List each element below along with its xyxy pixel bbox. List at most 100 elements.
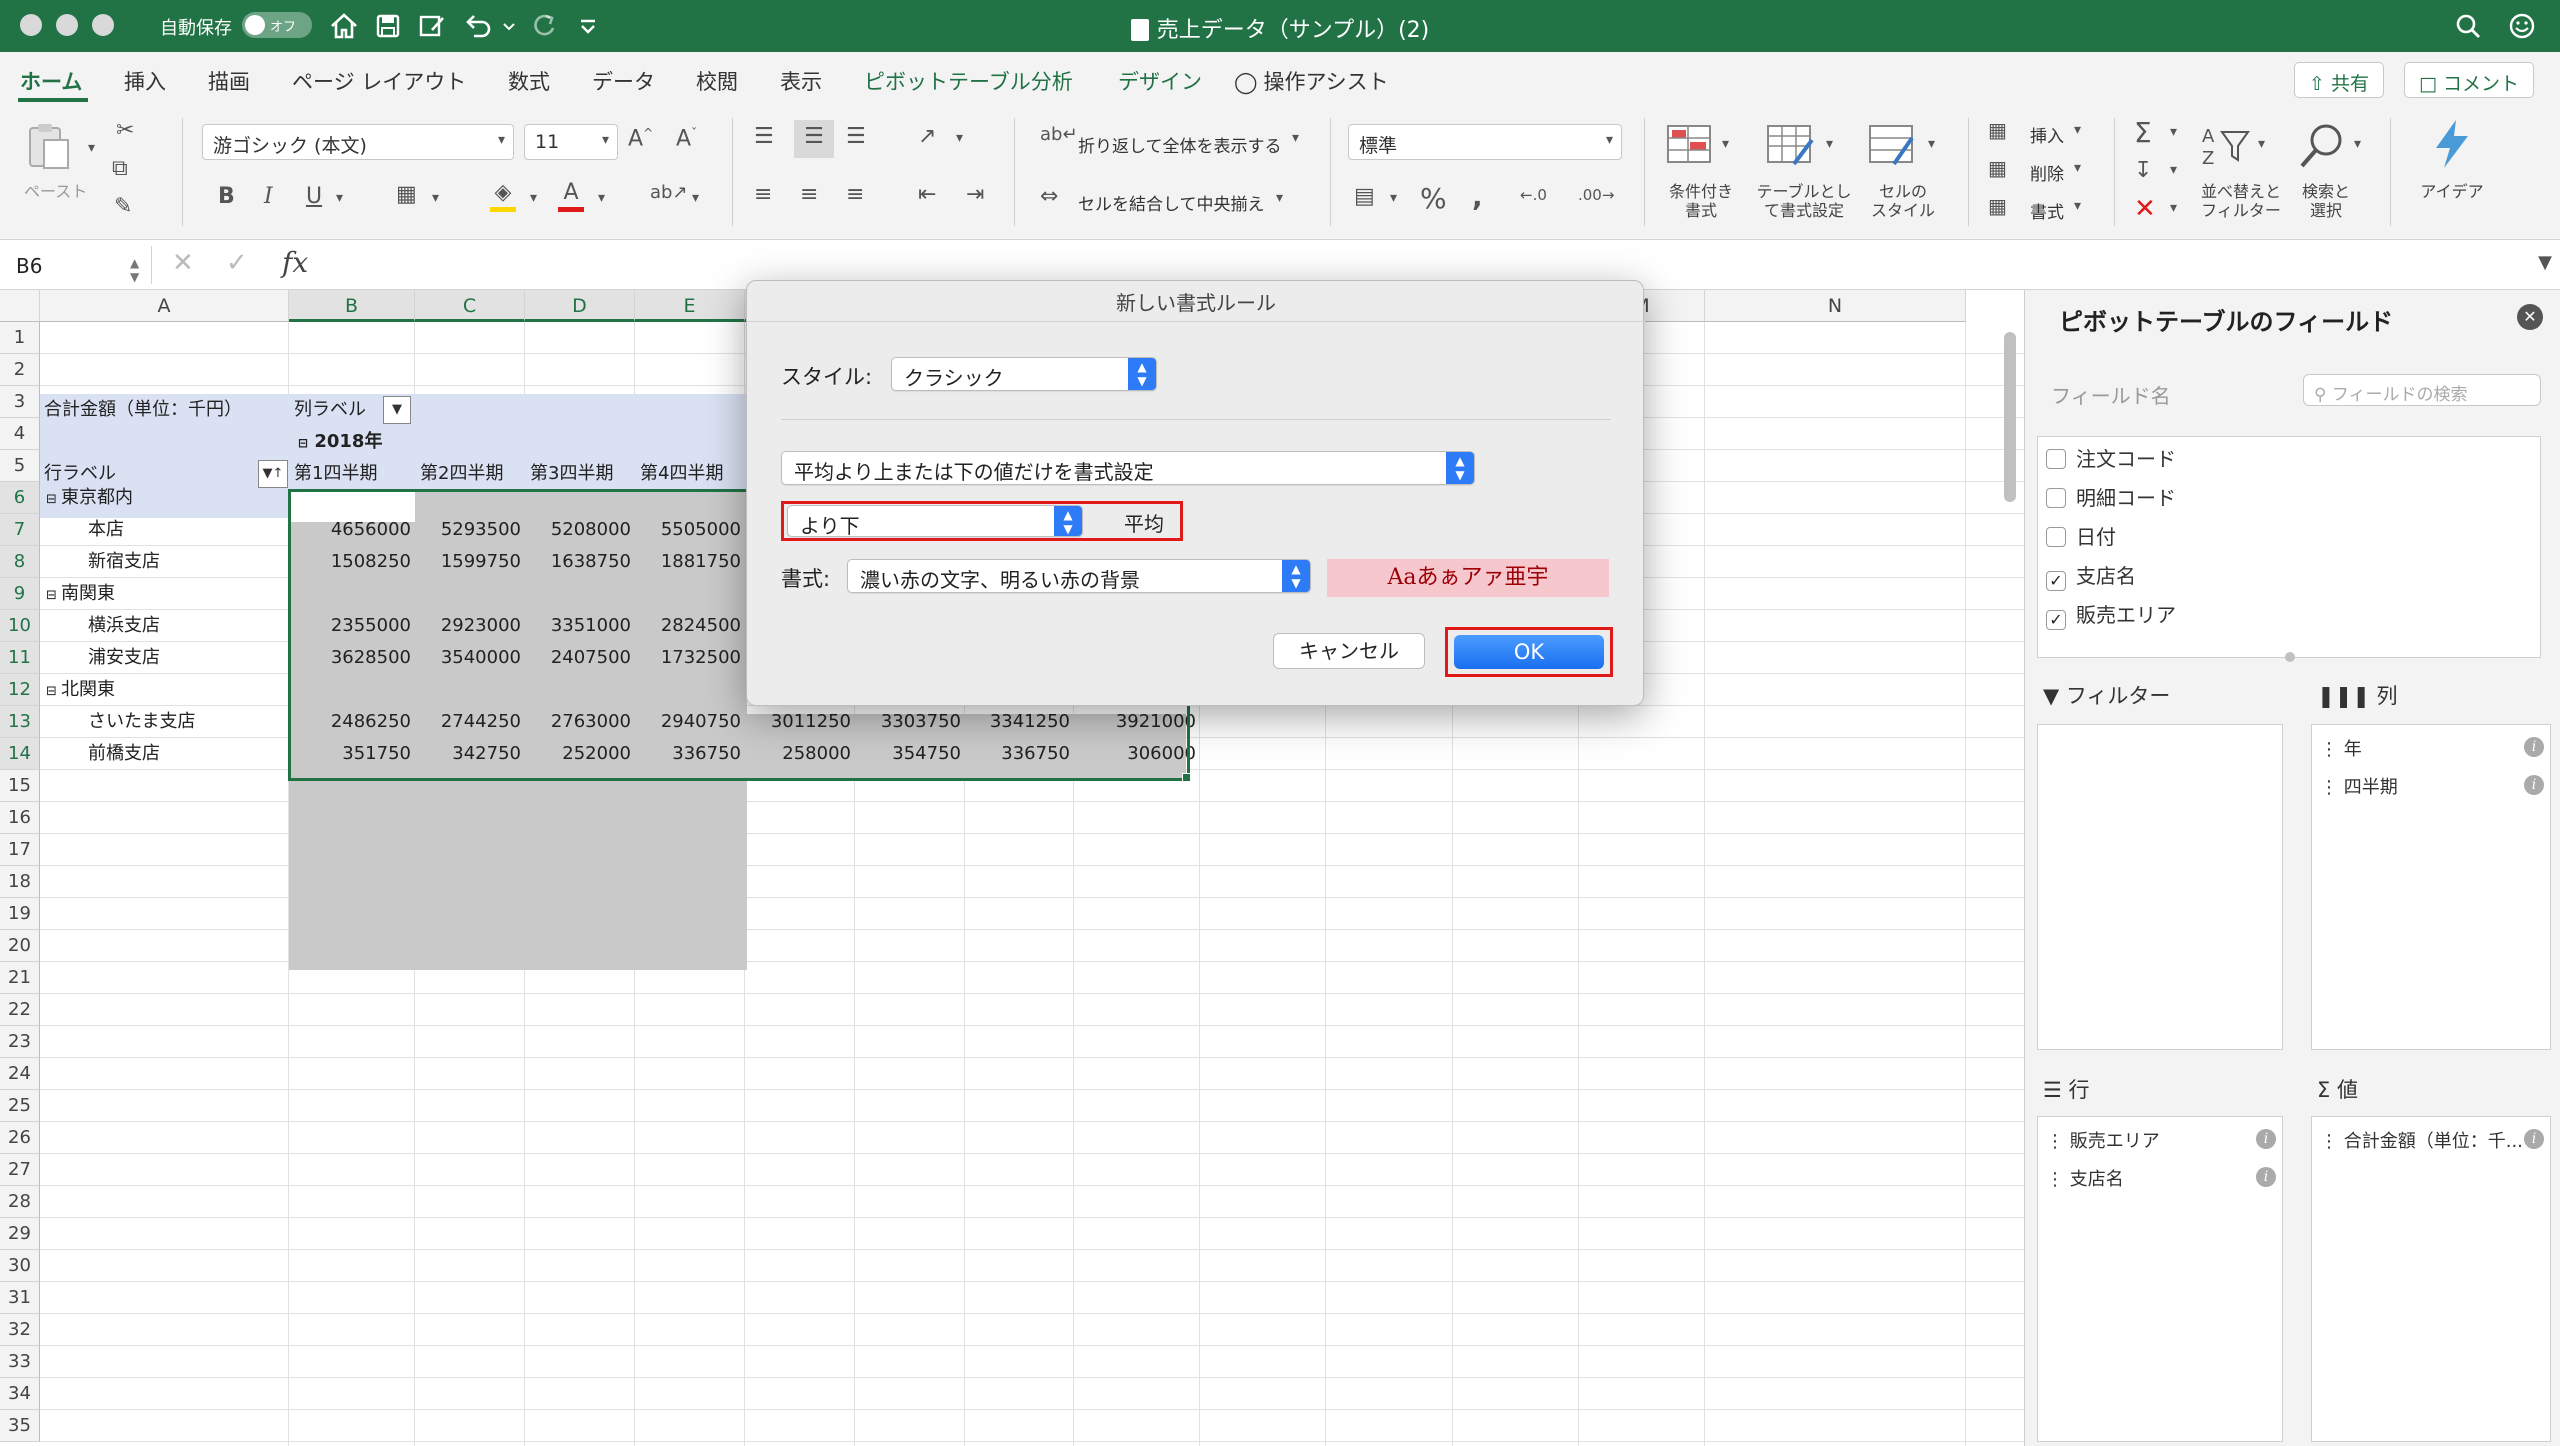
close-icon[interactable]: ✕ [2517, 304, 2543, 330]
font-name-select[interactable]: 游ゴシック (本文) ▾ [202, 124, 514, 160]
sort-filter-dropdown-icon[interactable]: ▾ [2258, 136, 2265, 152]
pivot-value-cell[interactable]: 3540000 [415, 642, 525, 674]
pivot-value-cell[interactable]: 3921000 [1074, 706, 1200, 738]
ok-button[interactable]: OK [1454, 635, 1604, 669]
cancel-entry-icon[interactable]: ✕ [172, 248, 194, 278]
conditional-formatting-icon[interactable] [1664, 120, 1720, 172]
row-header-1[interactable]: 1 [0, 322, 40, 354]
insert-cells-button[interactable]: 挿入 [2030, 122, 2064, 147]
format-cells-button[interactable]: 書式 [2030, 198, 2064, 223]
rows-area[interactable]: ⋮ 販売エリア i ⋮ 支店名 i [2037, 1116, 2283, 1442]
align-bottom-icon[interactable]: ☰ [846, 124, 866, 149]
row-header-9[interactable]: 9 [0, 578, 40, 610]
row-header-31[interactable]: 31 [0, 1282, 40, 1314]
undo-icon[interactable] [460, 8, 496, 44]
field-item[interactable]: 明細コード [2046, 482, 2176, 514]
orientation-dropdown-icon[interactable]: ▾ [956, 130, 963, 146]
pivot-col-label[interactable]: 列ラベル [294, 394, 366, 426]
collapse-icon[interactable]: ⊟ [46, 492, 61, 507]
row-header-22[interactable]: 22 [0, 994, 40, 1026]
find-select-icon[interactable] [2296, 120, 2352, 172]
pivot-value-cell[interactable]: 2923000 [415, 610, 525, 642]
tab-draw[interactable]: 描画 [208, 66, 250, 96]
pivot-value-cell[interactable]: 306000 [1074, 738, 1200, 770]
pivot-store-label[interactable]: 横浜支店 [88, 610, 160, 642]
row-header-27[interactable]: 27 [0, 1154, 40, 1186]
pivot-group-row[interactable]: ⊟ 北関東 [46, 674, 115, 706]
align-left-icon[interactable]: ≡ [754, 182, 772, 207]
row-header-12[interactable]: 12 [0, 674, 40, 706]
pivot-value-cell[interactable]: 1881750 [635, 546, 745, 578]
row-header-13[interactable]: 13 [0, 706, 40, 738]
pivot-store-label[interactable]: 本店 [88, 514, 124, 546]
row-header-19[interactable]: 19 [0, 898, 40, 930]
info-icon[interactable]: i [2524, 1129, 2544, 1149]
tab-tell-me[interactable]: ◯ 操作アシスト [1234, 66, 1389, 96]
increase-font-size-icon[interactable]: A^ [628, 126, 653, 151]
tab-review[interactable]: 校閲 [696, 66, 738, 96]
field-item[interactable]: ✓ 販売エリア [2046, 599, 2176, 631]
row-header-29[interactable]: 29 [0, 1218, 40, 1250]
values-item-amount[interactable]: ⋮ 合計金額（単位：千... [2320, 1127, 2523, 1153]
tab-view[interactable]: 表示 [780, 66, 822, 96]
delete-cells-button[interactable]: 削除 [2030, 160, 2064, 185]
values-area[interactable]: ⋮ 合計金額（単位：千... i [2311, 1116, 2551, 1442]
rule-type-select[interactable]: 平均より上または下の値だけを書式設定 ▲ ▼ [781, 451, 1475, 485]
wrap-text-icon[interactable]: ab↵ [1040, 124, 1078, 145]
autosum-dropdown-icon[interactable]: ▾ [2170, 124, 2177, 140]
pivot-value-cell[interactable]: 351750 [289, 738, 415, 770]
pivot-value-cell[interactable]: 3011250 [745, 706, 855, 738]
columns-item-quarter[interactable]: ⋮ 四半期 [2320, 773, 2398, 799]
row-header-32[interactable]: 32 [0, 1314, 40, 1346]
decrease-font-size-icon[interactable]: Aˇ [676, 126, 697, 151]
field-item[interactable]: 日付 [2046, 521, 2116, 553]
row-header-35[interactable]: 35 [0, 1410, 40, 1442]
checkbox-unchecked[interactable] [2046, 449, 2066, 469]
select-all-corner[interactable] [0, 290, 40, 322]
decrease-indent-icon[interactable]: ⇤ [918, 182, 936, 207]
underline-icon[interactable]: U [306, 184, 322, 209]
borders-dropdown-icon[interactable]: ▾ [432, 190, 439, 206]
fill-dropdown-icon[interactable]: ▾ [2170, 162, 2177, 178]
column-header-c[interactable]: C [415, 290, 525, 322]
pivot-value-label[interactable]: 合計金額（単位：千円） [44, 394, 242, 426]
pivot-value-cell[interactable]: 342750 [415, 738, 525, 770]
field-item[interactable]: 注文コード [2046, 443, 2176, 475]
pivot-store-label[interactable]: さいたま支店 [88, 706, 195, 738]
cell-styles-icon[interactable] [1866, 120, 1922, 172]
filters-area[interactable] [2037, 724, 2283, 1050]
row-header-7[interactable]: 7 [0, 514, 40, 546]
phonetic-dropdown-icon[interactable]: ▾ [692, 190, 699, 206]
insert-dropdown-icon[interactable]: ▾ [2074, 122, 2081, 138]
column-header-n[interactable]: N [1705, 290, 1966, 322]
pivot-value-cell[interactable]: 3303750 [855, 706, 965, 738]
pivot-store-label[interactable]: 前橋支店 [88, 738, 160, 770]
autosum-icon[interactable]: Σ [2134, 116, 2152, 149]
pivot-store-label[interactable]: 浦安支店 [88, 642, 160, 674]
column-header-b[interactable]: B [289, 290, 415, 322]
column-header-d[interactable]: D [525, 290, 635, 322]
pivot-group-row[interactable]: ⊟ 南関東 [46, 578, 115, 610]
rows-item-area[interactable]: ⋮ 販売エリア [2046, 1127, 2160, 1153]
pivot-year-header[interactable]: ⊟ 2018年 [298, 426, 382, 458]
pivot-group-row[interactable]: ⊟ 東京都内 [46, 482, 133, 514]
pivot-value-cell[interactable]: 2824500 [635, 610, 745, 642]
feedback-smiley-icon[interactable] [2504, 8, 2540, 44]
search-icon[interactable] [2450, 8, 2486, 44]
pivot-value-cell[interactable]: 1638750 [525, 546, 635, 578]
vertical-scrollbar[interactable] [2004, 332, 2016, 502]
quarter-header-4[interactable]: 第4四半期 [640, 458, 723, 490]
percent-style-icon[interactable]: % [1420, 182, 1447, 215]
row-header-6[interactable]: 6 [0, 482, 40, 514]
row-header-15[interactable]: 15 [0, 770, 40, 802]
number-format-select[interactable]: 標準 ▾ [1348, 124, 1622, 160]
wrap-dropdown-icon[interactable]: ▾ [1292, 130, 1299, 146]
decrease-decimal-icon[interactable]: .00→ [1578, 186, 1614, 204]
tab-home[interactable]: ホーム [20, 66, 82, 96]
window-minimize-button[interactable] [56, 14, 78, 36]
pivot-value-cell[interactable]: 3628500 [289, 642, 415, 674]
row-header-14[interactable]: 14 [0, 738, 40, 770]
pivot-value-cell[interactable]: 5208000 [525, 514, 635, 546]
increase-decimal-icon[interactable]: ←.0 [1520, 186, 1547, 204]
row-header-20[interactable]: 20 [0, 930, 40, 962]
